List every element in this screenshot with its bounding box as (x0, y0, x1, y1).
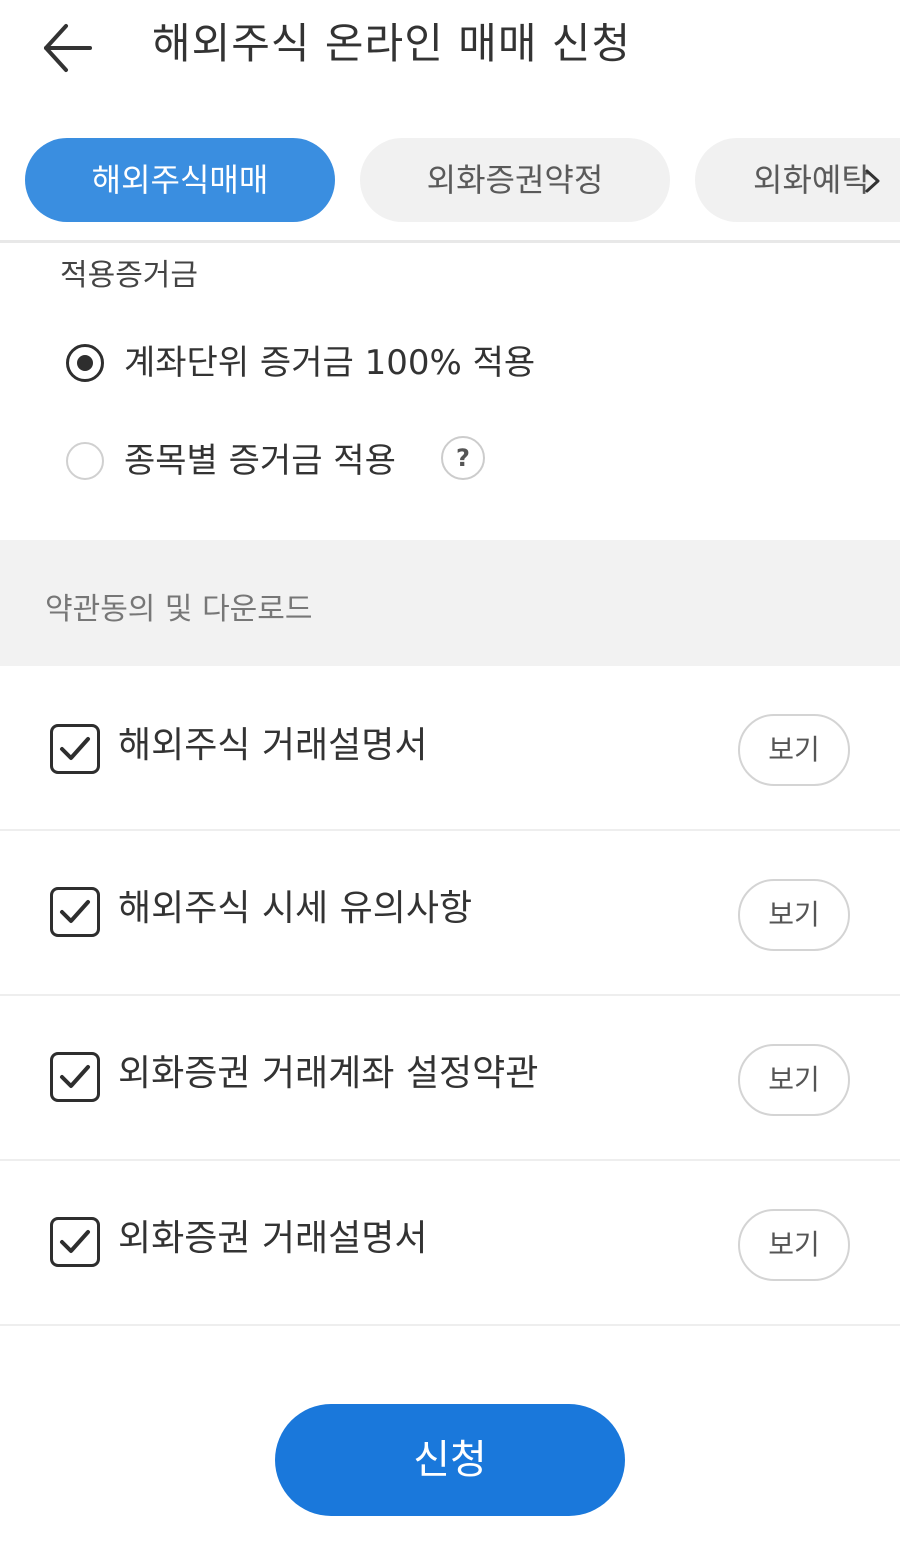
checkbox[interactable] (50, 1052, 100, 1102)
back-button[interactable] (38, 18, 98, 78)
radio-account-margin[interactable]: 계좌단위 증거금 100% 적용 (66, 338, 546, 394)
tab-overseas-stock-trading[interactable]: 해외주식매매 (25, 138, 335, 222)
radio-label: 종목별 증거금 적용 (124, 441, 396, 481)
terms-row: 해외주식 거래설명서 보기 (0, 666, 900, 831)
view-button[interactable]: 보기 (738, 1044, 850, 1116)
divider (0, 240, 900, 243)
terms-label: 해외주식 시세 유의사항 (118, 888, 473, 929)
terms-label: 외화증권 거래설명서 (118, 1218, 428, 1259)
terms-label: 해외주식 거래설명서 (118, 725, 428, 766)
terms-row: 외화증권 거래설명서 보기 (0, 1161, 900, 1326)
check-icon (60, 1230, 90, 1253)
radio-selected-icon (66, 344, 104, 382)
submit-button[interactable]: 신청 (275, 1404, 625, 1516)
view-button[interactable]: 보기 (738, 879, 850, 951)
margin-label: 적용증거금 (60, 258, 198, 293)
checkbox[interactable] (50, 1217, 100, 1267)
terms-row: 해외주식 시세 유의사항 보기 (0, 831, 900, 996)
check-icon (60, 737, 90, 760)
section-title: 약관동의 및 다운로드 (45, 592, 313, 627)
tab-foreign-securities-agreement[interactable]: 외화증권약정 (360, 138, 670, 222)
terms-row: 외화증권 거래계좌 설정약관 보기 (0, 996, 900, 1161)
page-title: 해외주식 온라인 매매 신청 (152, 19, 632, 68)
radio-unselected-icon (66, 442, 104, 480)
checkbox[interactable] (50, 887, 100, 937)
header: 해외주식 온라인 매매 신청 (0, 0, 900, 100)
check-icon (60, 1065, 90, 1088)
help-icon[interactable]: ? (441, 436, 485, 480)
radio-label: 계좌단위 증거금 100% 적용 (124, 343, 536, 383)
tab-bar: 해외주식매매 외화증권약정 외화예탁 (0, 138, 900, 224)
check-icon (60, 900, 90, 923)
terms-label: 외화증권 거래계좌 설정약관 (118, 1053, 539, 1094)
view-button[interactable]: 보기 (738, 1209, 850, 1281)
chevron-right-icon[interactable] (862, 168, 884, 194)
checkbox[interactable] (50, 724, 100, 774)
view-button[interactable]: 보기 (738, 714, 850, 786)
arrow-left-icon (44, 24, 92, 72)
radio-item-margin[interactable]: 종목별 증거금 적용 (66, 436, 406, 492)
